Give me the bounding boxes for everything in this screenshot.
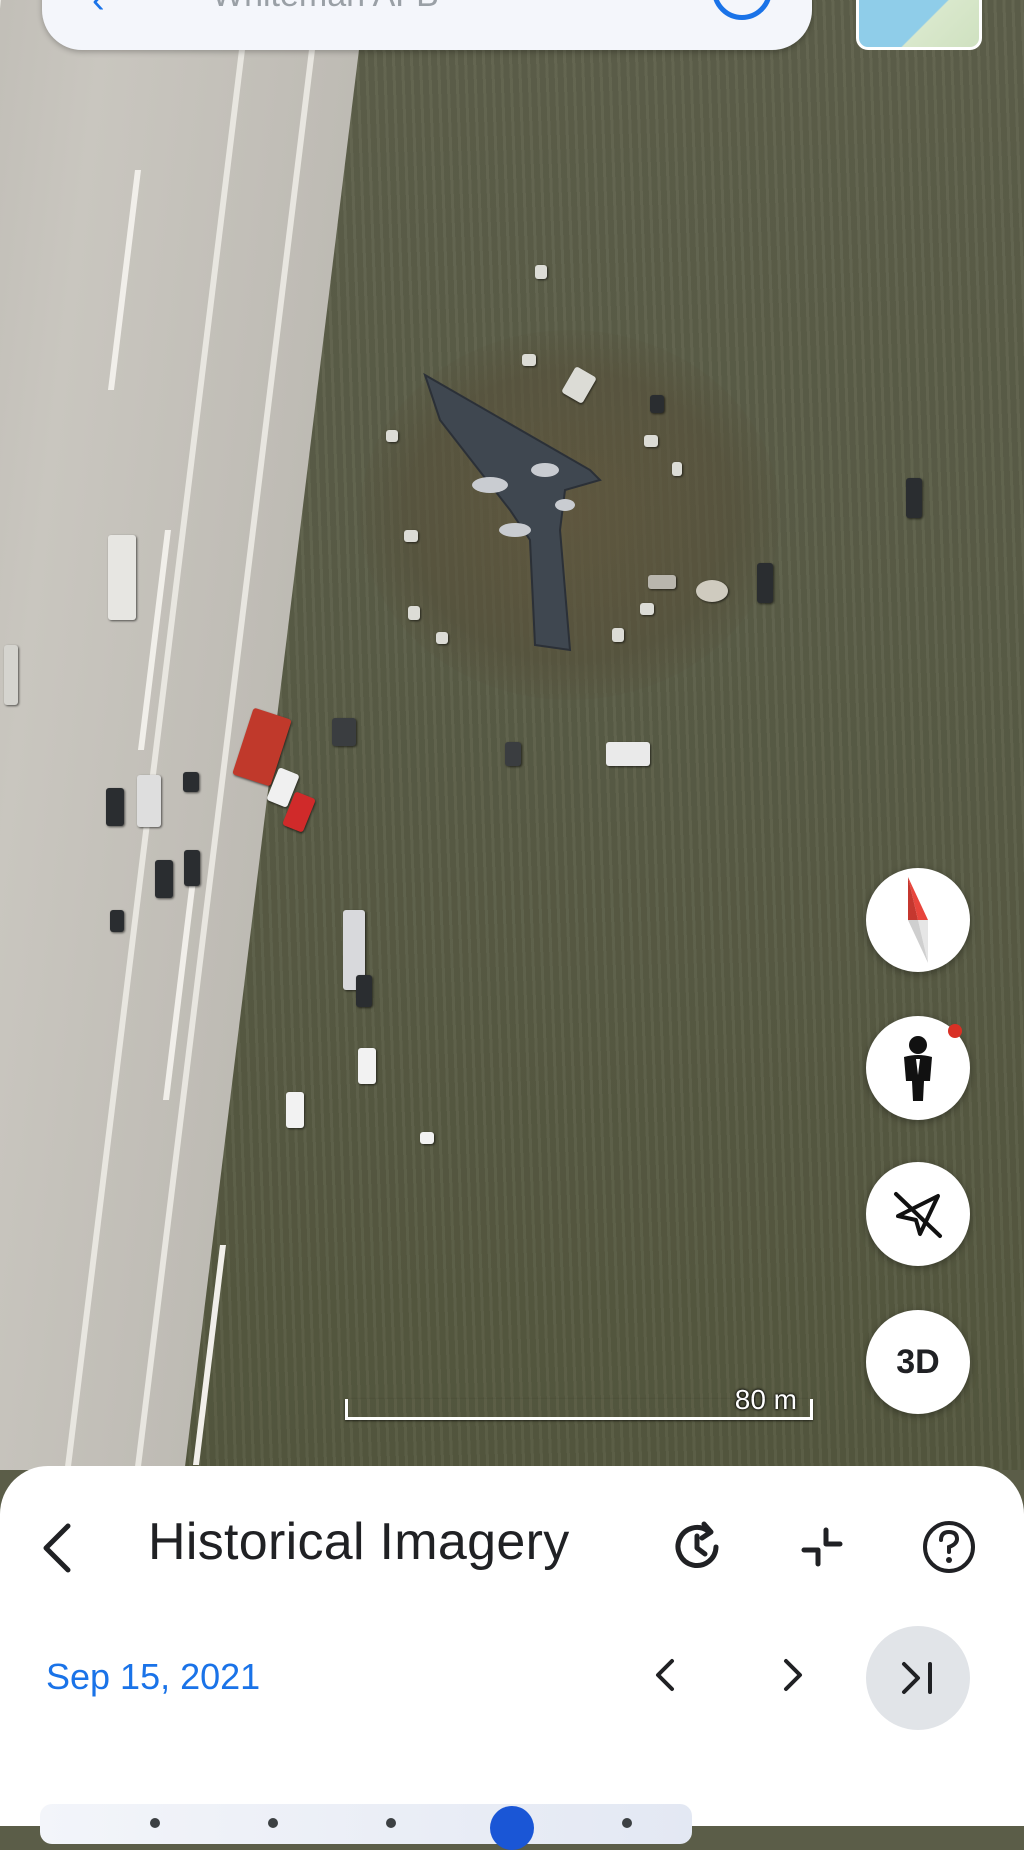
back-icon[interactable]	[36, 1520, 84, 1576]
truck	[4, 645, 18, 705]
truck	[108, 535, 136, 620]
account-avatar[interactable]	[712, 0, 772, 20]
historical-imagery-panel: Historical Imagery Sep 15, 2021	[0, 1466, 1024, 1850]
timeline-thumb[interactable]	[490, 1806, 534, 1850]
equipment	[612, 628, 624, 642]
vehicle	[505, 742, 521, 766]
equipment	[648, 575, 676, 589]
history-icon[interactable]	[666, 1516, 728, 1578]
satellite-map[interactable]: 80 m	[0, 0, 1024, 1470]
back-arrow-icon[interactable]: ‹	[92, 0, 152, 25]
equipment	[408, 606, 420, 620]
skip-to-latest-button[interactable]	[866, 1626, 970, 1730]
equipment	[420, 1132, 434, 1144]
equipment	[640, 603, 654, 615]
equipment	[650, 395, 664, 413]
car	[358, 1048, 376, 1084]
aircraft-silhouette	[423, 372, 602, 652]
debris	[696, 580, 728, 602]
car	[906, 478, 922, 518]
car	[286, 1092, 304, 1128]
street-view-button[interactable]	[866, 1016, 970, 1120]
timeline-slider[interactable]	[40, 1804, 692, 1850]
chevron-left-icon[interactable]	[642, 1651, 690, 1699]
scale-bar: 80 m	[345, 1384, 813, 1420]
compass-icon	[908, 877, 928, 963]
notification-dot	[948, 1024, 962, 1038]
car	[184, 850, 200, 886]
collapse-icon[interactable]	[792, 1516, 854, 1578]
car	[757, 563, 773, 603]
equipment	[522, 354, 536, 366]
equipment	[386, 430, 398, 442]
chevron-right-icon[interactable]	[768, 1651, 816, 1699]
imagery-date[interactable]: Sep 15, 2021	[46, 1656, 260, 1698]
equipment	[535, 265, 547, 279]
equipment	[644, 435, 658, 447]
layers-thumbnail[interactable]	[856, 0, 982, 50]
search-query[interactable]: Whiteman AFB	[212, 0, 712, 15]
equipment	[672, 462, 682, 476]
search-bar[interactable]: ‹ Whiteman AFB	[42, 0, 812, 50]
vehicle	[332, 718, 356, 746]
satellite-off-icon	[894, 1192, 942, 1238]
help-icon[interactable]	[918, 1516, 980, 1578]
car	[110, 910, 124, 932]
pickup-truck	[606, 742, 650, 766]
three-d-button[interactable]: 3D	[866, 1310, 970, 1414]
van	[137, 775, 161, 827]
car	[155, 860, 173, 898]
compass-button[interactable]	[866, 868, 970, 972]
equipment	[404, 530, 418, 542]
car	[356, 975, 372, 1007]
car	[106, 788, 124, 826]
skip-to-latest-icon	[902, 1662, 932, 1694]
panel-title: Historical Imagery	[148, 1513, 570, 1571]
car	[183, 772, 199, 792]
scale-line	[345, 1399, 813, 1420]
equipment	[436, 632, 448, 644]
satellite-toggle-button[interactable]	[866, 1162, 970, 1266]
highway	[0, 0, 371, 1470]
pegman-icon	[904, 1036, 932, 1101]
